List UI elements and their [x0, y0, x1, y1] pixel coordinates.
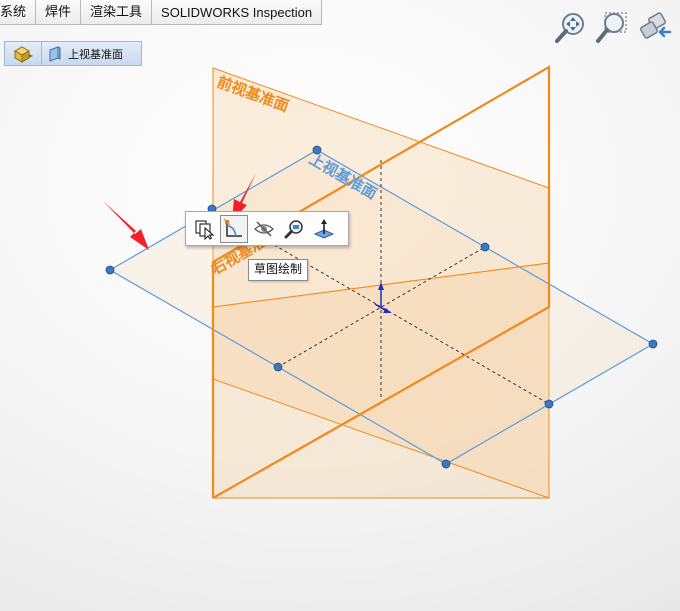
context-toolbar [185, 211, 349, 246]
tooltip: 草图绘制 [248, 259, 309, 281]
annotation-arrow-left [103, 201, 149, 250]
select-other-icon [195, 219, 215, 240]
hide-icon [254, 220, 274, 237]
select-other-button[interactable] [190, 215, 218, 243]
zoom-to-selection-button[interactable] [280, 215, 308, 243]
hide-button[interactable] [250, 215, 278, 243]
sketch-button[interactable] [220, 214, 248, 243]
normal-to-button[interactable] [310, 215, 338, 243]
normal-to-icon [313, 218, 335, 239]
zoom-to-selection-icon [284, 219, 303, 238]
sketch-icon [223, 217, 242, 237]
graphics-area: 前视基准面 上视基准面 右视基准面 [103, 65, 658, 499]
